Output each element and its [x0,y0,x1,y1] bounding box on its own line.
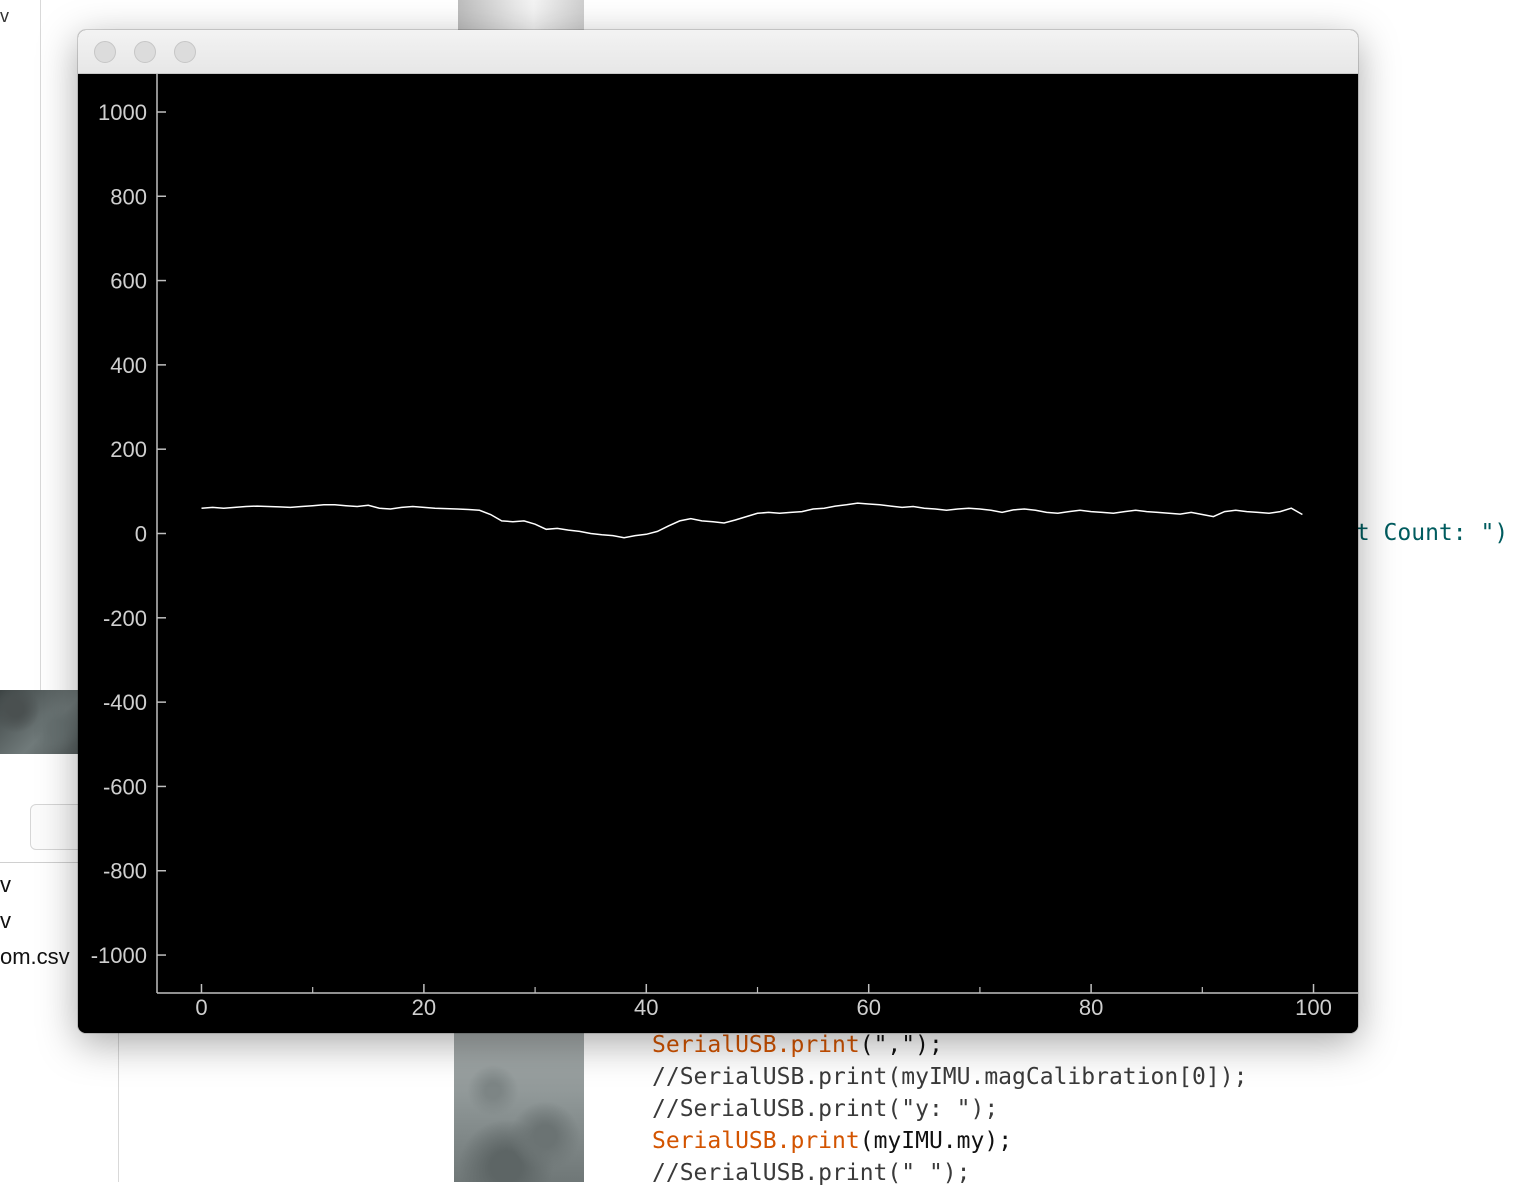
corner-glyph: v [0,6,9,26]
line-chart: 1000 800 600 400 200 0 -200 -400 -600 -800 -1000 0 2… [91,74,1358,1020]
window-titlebar[interactable] [78,30,1358,74]
y-tick-label: -600 [103,774,147,799]
plot-area: 1000 800 600 400 200 0 -200 -400 -600 -800 -1000 0 2… [78,74,1358,1033]
code-line: //SerialUSB.print(myIMU.magCalibration[0… [652,1064,1248,1090]
y-tick-label: -800 [103,859,147,884]
sidebar-divider-lower [118,1030,119,1182]
x-tick-label: 40 [634,995,658,1020]
top-image-thumbnail[interactable] [458,0,584,34]
file-list-item[interactable]: om.csv [0,944,70,970]
plot-window[interactable]: 1000 800 600 400 200 0 -200 -400 -600 -800 -1000 0 2… [78,30,1358,1033]
x-tick-label: 20 [412,995,436,1020]
left-image-thumbnail[interactable] [0,690,80,754]
series-line [201,502,1303,539]
code-line-right: nt Count: ") [1342,520,1509,546]
y-tick-label: 400 [110,353,147,378]
y-tick-label: -400 [103,690,147,715]
file-list-item[interactable]: v [0,872,11,898]
left-panel-divider [0,862,80,863]
x-tick-label: 0 [195,995,207,1020]
y-tick-label: 600 [110,269,147,294]
code-line: SerialUSB.print(","); [652,1032,943,1058]
y-tick-label: -1000 [91,943,147,968]
close-button[interactable] [94,41,116,63]
x-tick-label: 60 [856,995,880,1020]
code-line: //SerialUSB.print(" "); [652,1160,971,1186]
y-tick-label: 1000 [98,100,147,125]
x-tick-label: 100 [1295,995,1332,1020]
file-list-item[interactable]: v [0,908,11,934]
y-tick-label: -200 [103,606,147,631]
x-tick-label: 80 [1079,995,1103,1020]
sidebar-divider [40,0,41,690]
y-tick-label: 200 [110,437,147,462]
code-line: //SerialUSB.print("y: "); [652,1096,999,1122]
code-line: SerialUSB.print(myIMU.my); [652,1128,1013,1154]
y-tick-label: 0 [135,522,147,547]
bottom-image-thumbnail[interactable] [454,1030,584,1182]
y-tick-label: 800 [110,184,147,209]
minimize-button[interactable] [134,41,156,63]
zoom-button[interactable] [174,41,196,63]
